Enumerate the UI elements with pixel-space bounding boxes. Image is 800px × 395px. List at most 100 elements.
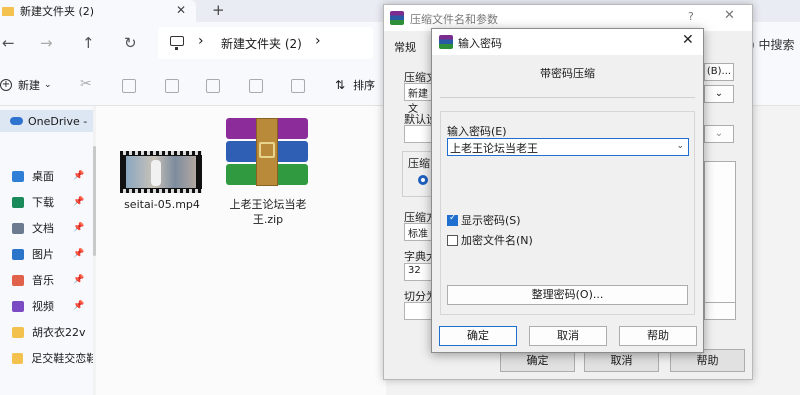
- ok-button[interactable]: 确定: [439, 326, 517, 346]
- sidebar-item-label: 视频: [32, 300, 54, 313]
- pin-icon[interactable]: 📌: [73, 249, 84, 259]
- sidebar-item-label: 下载: [32, 196, 54, 209]
- chevron-down-icon[interactable]: ⌄: [676, 141, 684, 151]
- sidebar-item-label: 文档: [32, 222, 54, 235]
- sidebar-item-label: 胡衣衣22v: [32, 326, 86, 339]
- archive-name-input[interactable]: 新建文: [404, 83, 434, 115]
- sidebar-item[interactable]: 胡衣衣22v: [0, 320, 93, 344]
- checkbox-checked-icon: [447, 213, 458, 226]
- sort-button[interactable]: ⇅ 排序: [335, 77, 375, 93]
- forward-arrow-icon[interactable]: →: [40, 34, 53, 52]
- profile-button[interactable]: [404, 125, 434, 143]
- password-value: 上老王论坛当老王: [450, 142, 538, 155]
- format-radio-rar[interactable]: [418, 175, 428, 185]
- onedrive-cloud-icon: [10, 117, 23, 125]
- sidebar-item[interactable]: 图片 📌: [0, 242, 93, 266]
- sidebar-item[interactable]: 足交鞋交恋鞋: [0, 346, 93, 370]
- winrar-archive-icon: [226, 118, 308, 186]
- plus-icon: +: [0, 79, 12, 91]
- folder-icon: [2, 6, 14, 16]
- music-icon: [12, 274, 24, 286]
- pin-icon[interactable]: 📌: [73, 275, 84, 285]
- folder-icon: [12, 352, 24, 364]
- dialog-titlebar: 输入密码 ✕: [432, 29, 703, 55]
- desktop-icon: [12, 170, 24, 182]
- sort-label: 排序: [353, 79, 376, 92]
- set-password-button[interactable]: [704, 302, 736, 320]
- refresh-icon[interactable]: ↻: [124, 34, 137, 52]
- cancel-button[interactable]: 取消: [529, 326, 607, 346]
- pin-icon[interactable]: 📌: [73, 223, 84, 233]
- breadcrumb[interactable]: 新建文件夹 (2): [221, 35, 302, 52]
- divider: [440, 97, 695, 98]
- file-list: seitai-05.mp4 上老王论坛当老 王.zip: [96, 106, 386, 395]
- new-label: 新建: [18, 79, 40, 92]
- chevron-down-icon: ⌄: [44, 80, 52, 90]
- options-group: [704, 161, 736, 313]
- help-icon[interactable]: ?: [688, 10, 694, 23]
- file-name-line1: 上老王论坛当老: [229, 198, 307, 211]
- archive-name-dropdown[interactable]: ⌄: [704, 85, 734, 103]
- show-password-checkbox[interactable]: 显示密码(S): [447, 212, 521, 228]
- sidebar-item[interactable]: 音乐 📌: [0, 268, 93, 292]
- sidebar-item-onedrive[interactable]: OneDrive -: [0, 110, 93, 132]
- pin-icon[interactable]: 📌: [73, 197, 84, 207]
- checkbox-label: 加密文件名(N): [461, 234, 533, 247]
- document-icon: [12, 222, 24, 234]
- close-icon[interactable]: ✕: [724, 8, 735, 23]
- password-input[interactable]: 上老王论坛当老王 ⌄: [447, 138, 689, 156]
- password-label: 输入密码(E): [447, 125, 507, 138]
- computer-icon: [170, 36, 184, 50]
- format-label: 压缩: [408, 155, 430, 171]
- folder-icon: [12, 326, 24, 338]
- sidebar-item[interactable]: 桌面 📌: [0, 164, 93, 188]
- tab-general[interactable]: 常规: [394, 39, 416, 55]
- sidebar-item-label: 音乐: [32, 274, 54, 287]
- tab-title: 新建文件夹 (2): [20, 5, 95, 18]
- share-icon[interactable]: [249, 79, 263, 93]
- close-icon[interactable]: ✕: [682, 32, 694, 48]
- explorer-tab[interactable]: 新建文件夹 (2) ✕: [0, 0, 196, 22]
- dictionary-select[interactable]: 32: [404, 263, 434, 281]
- paste-icon[interactable]: [165, 79, 179, 93]
- checkbox-unchecked-icon: [447, 234, 458, 246]
- dialog-heading: 带密码压缩: [540, 67, 595, 80]
- sidebar-item-label: OneDrive -: [28, 114, 88, 128]
- navigation-pane: OneDrive - 桌面 📌 下载 📌 文档 📌 图片 📌 音乐 📌 视频 📌 胡衣衣22v 足交鞋交恋…: [0, 106, 93, 395]
- file-name: seitai-05.mp4: [124, 198, 200, 211]
- copy-icon[interactable]: [122, 79, 136, 93]
- chevron-right-icon[interactable]: ›: [198, 33, 204, 49]
- download-icon: [12, 196, 24, 208]
- method-select[interactable]: 标准: [404, 223, 434, 241]
- sidebar-item[interactable]: 视频 📌: [0, 294, 93, 318]
- sidebar-item-label: 图片: [32, 248, 54, 261]
- organize-passwords-button[interactable]: 整理密码(O)...: [447, 285, 688, 305]
- pictures-icon: [12, 248, 24, 260]
- help-button[interactable]: 帮助: [619, 326, 697, 346]
- update-mode-dropdown[interactable]: ⌄: [704, 125, 734, 143]
- rename-icon[interactable]: [206, 79, 220, 93]
- up-arrow-icon[interactable]: ↑: [82, 34, 95, 52]
- sidebar-item[interactable]: 文档 📌: [0, 216, 93, 240]
- back-arrow-icon[interactable]: ←: [2, 34, 15, 52]
- password-dialog: 输入密码 ✕ 带密码压缩 输入密码(E) 上老王论坛当老王 ⌄ 显示密码(S) …: [431, 28, 704, 353]
- video-icon: [12, 300, 24, 312]
- split-input[interactable]: [404, 302, 434, 320]
- new-tab-icon[interactable]: +: [212, 1, 225, 19]
- new-button[interactable]: + 新建 ⌄: [0, 77, 52, 93]
- browse-button[interactable]: (B)...: [704, 63, 734, 81]
- search-box[interactable]: ) 中搜索: [750, 36, 795, 53]
- cut-icon[interactable]: ✂: [80, 76, 94, 92]
- sidebar-item-label: 足交鞋交恋鞋: [31, 352, 93, 365]
- address-bar[interactable]: › 新建文件夹 (2) ›: [158, 27, 373, 59]
- checkbox-label: 显示密码(S): [461, 214, 521, 227]
- sidebar-item[interactable]: 下载 📌: [0, 190, 93, 214]
- encrypt-filenames-checkbox[interactable]: 加密文件名(N): [447, 232, 533, 248]
- delete-icon[interactable]: [291, 79, 305, 93]
- dialog-title: 压缩文件名和参数: [410, 13, 498, 26]
- chevron-right-icon[interactable]: ›: [315, 33, 321, 49]
- pin-icon[interactable]: 📌: [73, 301, 84, 311]
- dialog-title: 输入密码: [458, 37, 502, 50]
- pin-icon[interactable]: 📌: [73, 171, 84, 181]
- close-icon[interactable]: ✕: [176, 3, 186, 17]
